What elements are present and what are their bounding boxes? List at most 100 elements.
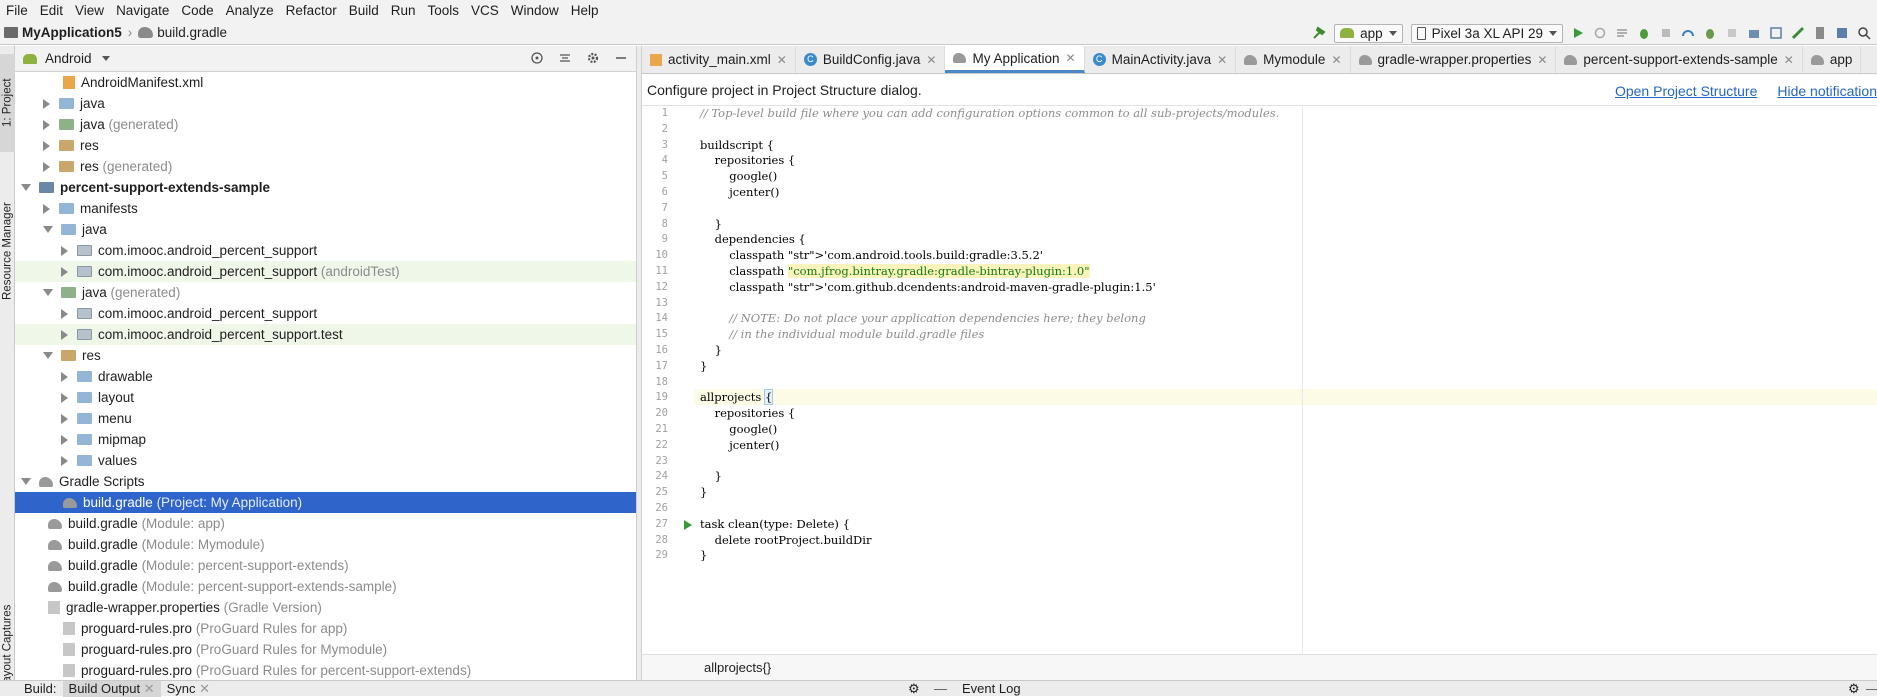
- close-icon[interactable]: ✕: [1537, 53, 1547, 67]
- tree-item[interactable]: build.gradle (Module: app): [15, 513, 636, 534]
- editor-tab[interactable]: app: [1803, 46, 1862, 73]
- tree-item[interactable]: AndroidManifest.xml: [15, 72, 636, 93]
- menu-item-navigate[interactable]: Navigate: [110, 0, 175, 21]
- sdk-manager-icon[interactable]: [1791, 26, 1805, 40]
- expand-arrow-icon[interactable]: [61, 434, 68, 445]
- breadcrumb-project[interactable]: MyApplication5: [22, 25, 122, 40]
- resource-manager-tool-tab[interactable]: Resource Manager: [0, 196, 15, 306]
- menu-item-run[interactable]: Run: [385, 0, 422, 21]
- editor-tab[interactable]: C BuildConfig.java ✕: [796, 46, 946, 73]
- tree-item[interactable]: com.imooc.android_percent_support.test: [15, 324, 636, 345]
- expand-arrow-icon[interactable]: [43, 98, 50, 109]
- tree-item[interactable]: res: [15, 135, 636, 156]
- breadcrumb-file[interactable]: build.gradle: [157, 25, 227, 40]
- rerun-icon[interactable]: [1593, 26, 1607, 40]
- tree-item[interactable]: build.gradle (Module: percent-support-ex…: [15, 555, 636, 576]
- coverage-icon[interactable]: [1659, 26, 1673, 40]
- hammer-icon[interactable]: [1312, 26, 1326, 40]
- close-icon[interactable]: ✕: [926, 53, 936, 67]
- tree-item[interactable]: java: [15, 219, 636, 240]
- menu-item-view[interactable]: View: [69, 0, 110, 21]
- hide-panel-icon[interactable]: [614, 51, 628, 65]
- expand-arrow-icon[interactable]: [61, 308, 68, 319]
- expand-arrow-icon[interactable]: [61, 392, 68, 403]
- menu-item-tools[interactable]: Tools: [422, 0, 466, 21]
- expand-arrow-icon[interactable]: [43, 161, 50, 172]
- tree-item[interactable]: percent-support-extends-sample: [15, 177, 636, 198]
- code-editor[interactable]: // Top-level build file where you can ad…: [694, 106, 1877, 654]
- editor-tab[interactable]: gradle-wrapper.properties ✕: [1351, 46, 1557, 73]
- expand-arrow-icon[interactable]: [61, 245, 68, 256]
- menu-item-edit[interactable]: Edit: [34, 0, 69, 21]
- tree-item[interactable]: java (generated): [15, 114, 636, 135]
- sync-tab[interactable]: Sync ✕: [161, 681, 216, 697]
- expand-arrow-icon[interactable]: [61, 413, 68, 424]
- gear-icon[interactable]: [586, 51, 600, 65]
- database-inspector-icon[interactable]: [1835, 26, 1849, 40]
- editor-tab[interactable]: percent-support-extends-sample ✕: [1556, 46, 1803, 73]
- avd-manager-icon[interactable]: [1813, 26, 1827, 40]
- tree-item[interactable]: Gradle Scripts: [15, 471, 636, 492]
- menu-item-vcs[interactable]: VCS: [465, 0, 505, 21]
- collapse-arrow-icon[interactable]: [43, 289, 53, 296]
- close-icon[interactable]: ✕: [1217, 53, 1227, 67]
- menu-item-window[interactable]: Window: [505, 0, 565, 21]
- collapse-arrow-icon[interactable]: [43, 226, 53, 233]
- minimize-icon[interactable]: —: [1866, 681, 1877, 696]
- tree-item[interactable]: com.imooc.android_percent_support: [15, 240, 636, 261]
- menu-item-help[interactable]: Help: [565, 0, 605, 21]
- hide-notification-link[interactable]: Hide notification: [1777, 83, 1877, 99]
- close-icon[interactable]: ✕: [1066, 51, 1076, 65]
- gear-icon[interactable]: ⚙: [908, 681, 920, 697]
- tree-item[interactable]: mipmap: [15, 429, 636, 450]
- tree-item[interactable]: res: [15, 345, 636, 366]
- profile-icon[interactable]: [1681, 26, 1695, 40]
- expand-arrow-icon[interactable]: [61, 329, 68, 340]
- build-output-tab[interactable]: Build Output ✕: [62, 680, 161, 697]
- project-view-select[interactable]: Android: [45, 51, 92, 66]
- tree-item[interactable]: build.gradle (Project: My Application): [15, 492, 636, 513]
- close-icon[interactable]: ✕: [1784, 53, 1794, 67]
- expand-arrow-icon[interactable]: [43, 203, 50, 214]
- close-icon[interactable]: ✕: [144, 681, 155, 696]
- run-config-select[interactable]: app: [1334, 23, 1403, 43]
- tree-item[interactable]: build.gradle (Module: percent-support-ex…: [15, 576, 636, 597]
- tree-item[interactable]: proguard-rules.pro (ProGuard Rules for M…: [15, 639, 636, 660]
- expand-arrow-icon[interactable]: [61, 455, 68, 466]
- tree-item[interactable]: layout: [15, 387, 636, 408]
- expand-arrow-icon[interactable]: [61, 371, 68, 382]
- menu-item-refactor[interactable]: Refactor: [280, 0, 343, 21]
- editor-tab[interactable]: C MainActivity.java ✕: [1085, 46, 1237, 73]
- tree-item[interactable]: com.imooc.android_percent_support: [15, 303, 636, 324]
- project-tool-tab[interactable]: 1: Project: [0, 54, 15, 152]
- tree-item[interactable]: drawable: [15, 366, 636, 387]
- tree-item[interactable]: proguard-rules.pro (ProGuard Rules for a…: [15, 618, 636, 639]
- sync-project-icon[interactable]: [1747, 26, 1761, 40]
- minimize-icon[interactable]: —: [934, 681, 947, 696]
- collapse-arrow-icon[interactable]: [21, 478, 31, 485]
- event-log-tab[interactable]: Event Log: [962, 681, 1021, 696]
- project-structure-icon[interactable]: [1769, 26, 1783, 40]
- collapse-arrow-icon[interactable]: [43, 352, 53, 359]
- menu-item-file[interactable]: File: [0, 0, 34, 21]
- editor-tab[interactable]: activity_main.xml ✕: [642, 46, 796, 73]
- tree-item[interactable]: menu: [15, 408, 636, 429]
- menu-item-analyze[interactable]: Analyze: [220, 0, 280, 21]
- tree-item[interactable]: com.imooc.android_percent_support (andro…: [15, 261, 636, 282]
- run-gutter-icon[interactable]: [684, 519, 692, 530]
- collapse-all-icon[interactable]: [558, 51, 572, 65]
- tree-item[interactable]: manifests: [15, 198, 636, 219]
- expand-arrow-icon[interactable]: [43, 140, 50, 151]
- tree-item[interactable]: java: [15, 93, 636, 114]
- close-icon[interactable]: ✕: [1331, 53, 1341, 67]
- close-icon[interactable]: ✕: [199, 681, 210, 696]
- tree-item[interactable]: res (generated): [15, 156, 636, 177]
- attach-debugger-icon[interactable]: [1703, 26, 1717, 40]
- expand-arrow-icon[interactable]: [61, 266, 68, 277]
- debug-icon[interactable]: [1637, 26, 1651, 40]
- tree-item[interactable]: proguard-rules.pro (ProGuard Rules for p…: [15, 660, 636, 680]
- menu-item-build[interactable]: Build: [343, 0, 385, 21]
- device-select[interactable]: Pixel 3a XL API 29: [1410, 23, 1563, 43]
- expand-arrow-icon[interactable]: [43, 119, 50, 130]
- open-project-structure-link[interactable]: Open Project Structure: [1615, 83, 1757, 99]
